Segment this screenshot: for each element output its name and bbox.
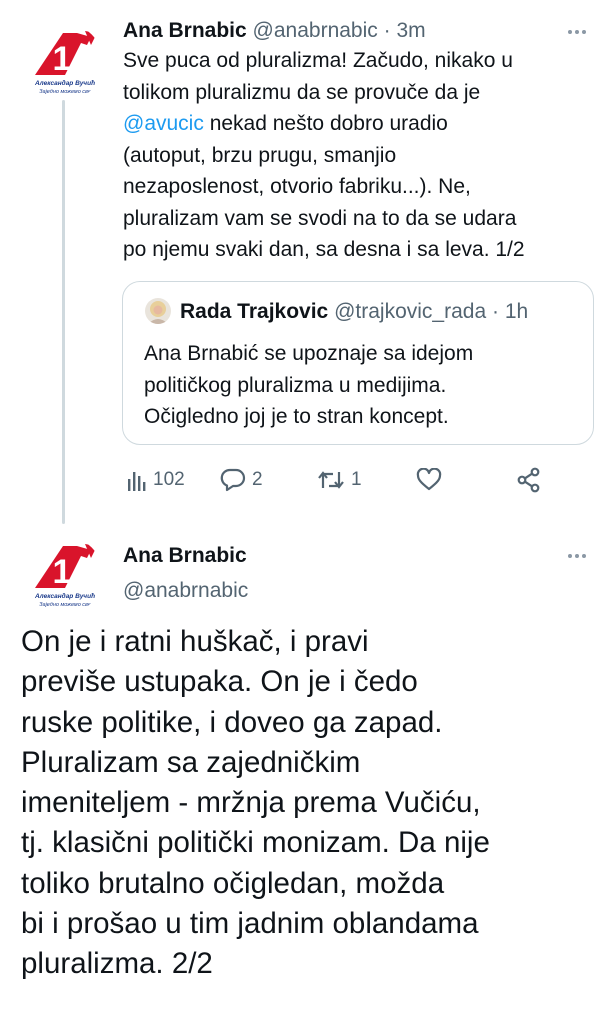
quote-author-name[interactable]: Rada Trajkovic: [180, 300, 328, 323]
tweet-line: pluralizma. 2/2: [21, 947, 213, 981]
tweet-line: @avucic nekad nešto dobro uradio: [123, 108, 593, 140]
quote-timestamp[interactable]: 1h: [505, 300, 528, 323]
more-icon[interactable]: [565, 552, 589, 560]
mention-link[interactable]: @avucic: [123, 112, 204, 135]
author-name[interactable]: Ana Brnabic: [123, 19, 247, 42]
views-count: 102: [153, 469, 185, 490]
logo-caption-2: Заједно можемо све: [39, 602, 91, 608]
reply-count: 2: [252, 469, 263, 490]
views-button[interactable]: 102: [127, 465, 185, 495]
views-icon: [128, 472, 146, 491]
quote-line: političkog pluralizma u medijima.: [144, 373, 447, 397]
thread-connector: [62, 100, 65, 524]
tweet-handle-row: @anabrnabic: [123, 578, 248, 604]
reply-button[interactable]: 2: [220, 465, 263, 495]
tweet-line: pluralizam vam se svodi na to da se udar…: [123, 206, 517, 230]
share-icon: [517, 467, 540, 493]
tweet-header: Ana Brnabic: [123, 543, 247, 569]
avatar[interactable]: 1 Александар Вучић Заједно можемо све: [25, 536, 103, 614]
quote-author-handle[interactable]: @trajkovic_rada: [334, 300, 486, 323]
logo-caption-1: Александар Вучић: [34, 592, 95, 600]
tweet-line: tolikom pluralizmu da se provuče da je: [123, 80, 481, 104]
like-button[interactable]: [416, 465, 442, 495]
tweet-line: toliko brutalno očigledan, možda: [21, 866, 445, 900]
avatar[interactable]: 1 Александар Вучић Заједно можемо све: [25, 23, 103, 101]
retweet-count: 1: [351, 469, 362, 490]
tweet-line: bi i prošao u tim jadnim oblandama: [21, 907, 479, 941]
retweet-button[interactable]: 1: [317, 465, 362, 495]
tweet-text: On je i ratni huškač, i pravi previše us…: [21, 622, 611, 985]
author-name[interactable]: Ana Brnabic: [123, 544, 247, 567]
tweet-line: tj. klasični politički monizam. Da nije: [21, 826, 490, 860]
quote-line: Očigledno joj je to stran koncept.: [144, 405, 449, 428]
quote-line: Ana Brnabić se upoznaje sa idejom: [144, 342, 474, 365]
tweet-line-rest: nekad nešto dobro uradio: [209, 112, 448, 135]
tweet-line: Pluralizam sa zajedničkim: [21, 745, 361, 779]
tweet-header: Ana Brnabic @anabrnabic · 3m: [123, 18, 426, 44]
tweet-line: previše ustupaka. On je i čedo: [21, 665, 418, 699]
tweet-line: nezaposlenost, otvorio fabriku...). Ne,: [123, 175, 471, 198]
quote-avatar[interactable]: [145, 298, 171, 324]
author-handle[interactable]: @anabrnabic: [123, 579, 248, 602]
logo-number: 1: [53, 40, 72, 78]
campaign-logo-icon: 1 Александар Вучић Заједно можемо све: [34, 544, 97, 608]
separator-dot: ·: [383, 19, 391, 42]
campaign-logo-icon: 1 Александар Вучић Заједно можемо све: [34, 31, 97, 95]
more-icon[interactable]: [565, 28, 589, 36]
tweet-line: ruske politike, i doveo ga zapad.: [21, 705, 443, 739]
quoted-tweet[interactable]: Rada Trajkovic @trajkovic_rada · 1h Ana …: [122, 281, 594, 445]
person-avatar-icon: [145, 298, 171, 324]
separator-dot: ·: [491, 300, 499, 323]
tweet-text: Sve puca od pluralizma! Začudo, nikako u…: [123, 45, 593, 266]
tweet-line: imeniteljem - mržnja prema Vučiću,: [21, 786, 481, 820]
logo-caption-2: Заједно можемо све: [39, 89, 91, 95]
logo-number: 1: [53, 553, 72, 591]
reply-icon: [220, 468, 246, 492]
quote-text: Ana Brnabić se upoznaje sa idejom politi…: [144, 338, 473, 433]
tweet-line: Sve puca od pluralizma! Začudo, nikako u: [123, 49, 513, 72]
like-icon: [416, 468, 442, 491]
tweet-line: On je i ratni huškač, i pravi: [21, 625, 369, 658]
retweet-icon: [318, 471, 344, 489]
tweet-line: (autoput, brzu prugu, smanjio: [123, 143, 397, 167]
author-handle[interactable]: @anabrnabic: [253, 19, 378, 42]
logo-caption-1: Александар Вучић: [34, 79, 95, 87]
quote-header: Rada Trajkovic @trajkovic_rada · 1h: [180, 299, 528, 325]
action-bar: 102 2 1: [122, 465, 592, 495]
timestamp[interactable]: 3m: [396, 19, 425, 42]
tweet-line: po njemu svaki dan, sa desna i sa leva. …: [123, 238, 525, 261]
share-button[interactable]: [516, 465, 542, 495]
